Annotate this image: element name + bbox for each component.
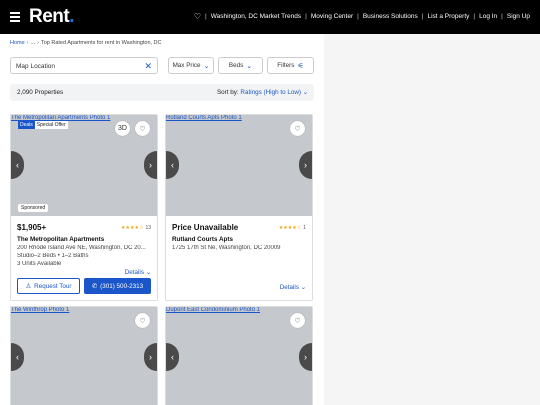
property-count: 2,090 Properties — [17, 89, 64, 96]
chevron-down-icon: ⌄ — [246, 62, 253, 70]
results-bar: 2,090 Properties Sort by: Ratings (High … — [10, 84, 314, 101]
results-panel: Home ›... › Top Rated Apartments for rent i… — [0, 34, 324, 405]
listing-info: Price Unavailable ★★★★☆ 1 Rutland Courts … — [166, 216, 312, 300]
next-photo-arrow[interactable]: › — [144, 343, 157, 371]
listing-photo[interactable]: Dupont East Condominium Photo 1 ♡ ‹ › — [166, 307, 312, 405]
details-link[interactable]: Details ⌄ — [125, 269, 151, 276]
filters-button[interactable]: Filters ⚟ — [267, 57, 314, 74]
listing-card[interactable]: The Metropolitan Apartments Photo 1 Deal… — [10, 114, 158, 301]
listing-info: $1,905+ ★★★★☆ 13 The Metropolitan Apartme… — [11, 216, 157, 300]
listing-card[interactable]: Dupont East Condominium Photo 1 ♡ ‹ › — [165, 306, 313, 405]
map-area[interactable] — [324, 34, 540, 405]
listing-address: 200 Rhode Island Ave NE, Washington, DC … — [17, 245, 146, 251]
listing-beds: Studio–2 Beds • 1–2 Baths — [17, 253, 89, 259]
filters-sliders-icon: ⚟ — [297, 62, 304, 70]
search-input[interactable] — [16, 63, 136, 70]
nav-sign-up[interactable]: Sign Up — [507, 13, 530, 20]
phone-button[interactable]: ✆ (301) 500-2313 — [84, 278, 151, 294]
favorite-heart-icon[interactable]: ♡ — [135, 313, 150, 328]
chevron-down-icon: ⌄ — [302, 89, 308, 96]
listing-address: 1725 17th St Ne, Washington, DC 20009 — [172, 245, 281, 251]
nav-moving-center[interactable]: Moving Center — [311, 13, 353, 20]
prev-photo-arrow[interactable]: ‹ — [166, 151, 179, 179]
max-price-dropdown[interactable]: Max Price ⌄ — [168, 57, 214, 74]
rating-stars: ★★★★☆ 13 — [121, 225, 151, 231]
nav-market-trends[interactable]: Washington, DC Market Trends — [211, 13, 301, 20]
breadcrumb-ellipsis[interactable]: ... — [31, 40, 36, 46]
next-photo-arrow[interactable]: › — [299, 151, 312, 179]
phone-icon: ✆ — [91, 282, 98, 290]
beds-dropdown[interactable]: Beds ⌄ — [218, 57, 263, 74]
person-icon: ♙ — [25, 282, 32, 290]
top-nav: ♡ | Washington, DC Market Trends | Movin… — [193, 12, 530, 21]
listing-photo[interactable]: The Winthrop Photo 1 ♡ ‹ › — [11, 307, 157, 405]
clear-search-icon[interactable]: ✕ — [144, 61, 152, 72]
favorites-heart-icon[interactable]: ♡ — [194, 12, 201, 21]
next-photo-arrow[interactable]: › — [299, 343, 312, 371]
sort-control[interactable]: Sort by: Ratings (High to Low) ⌄ — [217, 89, 308, 96]
prev-photo-arrow[interactable]: ‹ — [11, 151, 24, 179]
favorite-heart-icon[interactable]: ♡ — [290, 121, 305, 136]
details-link[interactable]: Details ⌄ — [280, 284, 306, 291]
favorite-heart-icon[interactable]: ♡ — [290, 313, 305, 328]
chevron-down-icon: ⌄ — [300, 284, 306, 291]
listing-photo[interactable]: Rutland Courts Apts Photo 1 ♡ ‹ › — [166, 115, 312, 216]
request-tour-button[interactable]: ♙ Request Tour — [17, 278, 80, 294]
breadcrumb-current: Top Rated Apartments for rent in Washing… — [40, 40, 162, 46]
favorite-heart-icon[interactable]: ♡ — [135, 121, 150, 136]
map-location-search: ✕ — [10, 57, 158, 74]
prev-photo-arrow[interactable]: ‹ — [166, 343, 179, 371]
rating-stars: ★★★★☆ 1 — [278, 225, 306, 231]
nav-list-property[interactable]: List a Property — [427, 13, 469, 20]
prev-photo-arrow[interactable]: ‹ — [11, 343, 24, 371]
rent-logo[interactable]: Rent. — [29, 6, 74, 28]
breadcrumb-home[interactable]: Home — [10, 40, 25, 46]
sponsored-badge: Sponsored — [18, 204, 49, 212]
chevron-down-icon: ⌄ — [203, 62, 210, 70]
listing-card[interactable]: Rutland Courts Apts Photo 1 ♡ ‹ › Price … — [165, 114, 313, 301]
chevron-right-icon: › — [26, 40, 29, 46]
listing-name[interactable]: Rutland Courts Apts — [172, 236, 306, 243]
top-header: Rent. ♡ | Washington, DC Market Trends |… — [0, 0, 540, 34]
units-available: 3 Units Available — [17, 261, 62, 267]
menu-icon[interactable] — [10, 12, 20, 22]
chevron-right-icon: › — [37, 40, 39, 46]
chevron-down-icon: ⌄ — [145, 269, 151, 276]
nav-log-in[interactable]: Log In — [479, 13, 497, 20]
listing-photo[interactable]: The Metropolitan Apartments Photo 1 Deal… — [11, 115, 157, 216]
breadcrumb: Home ›... › Top Rated Apartments for rent i… — [10, 40, 162, 46]
3d-tour-icon[interactable]: 3D — [115, 121, 130, 136]
listing-name[interactable]: The Metropolitan Apartments — [17, 236, 151, 243]
deals-badge: Deals Special Offer — [18, 121, 68, 129]
nav-business-solutions[interactable]: Business Solutions — [363, 13, 418, 20]
listing-card[interactable]: The Winthrop Photo 1 ♡ ‹ › — [10, 306, 158, 405]
next-photo-arrow[interactable]: › — [144, 151, 157, 179]
